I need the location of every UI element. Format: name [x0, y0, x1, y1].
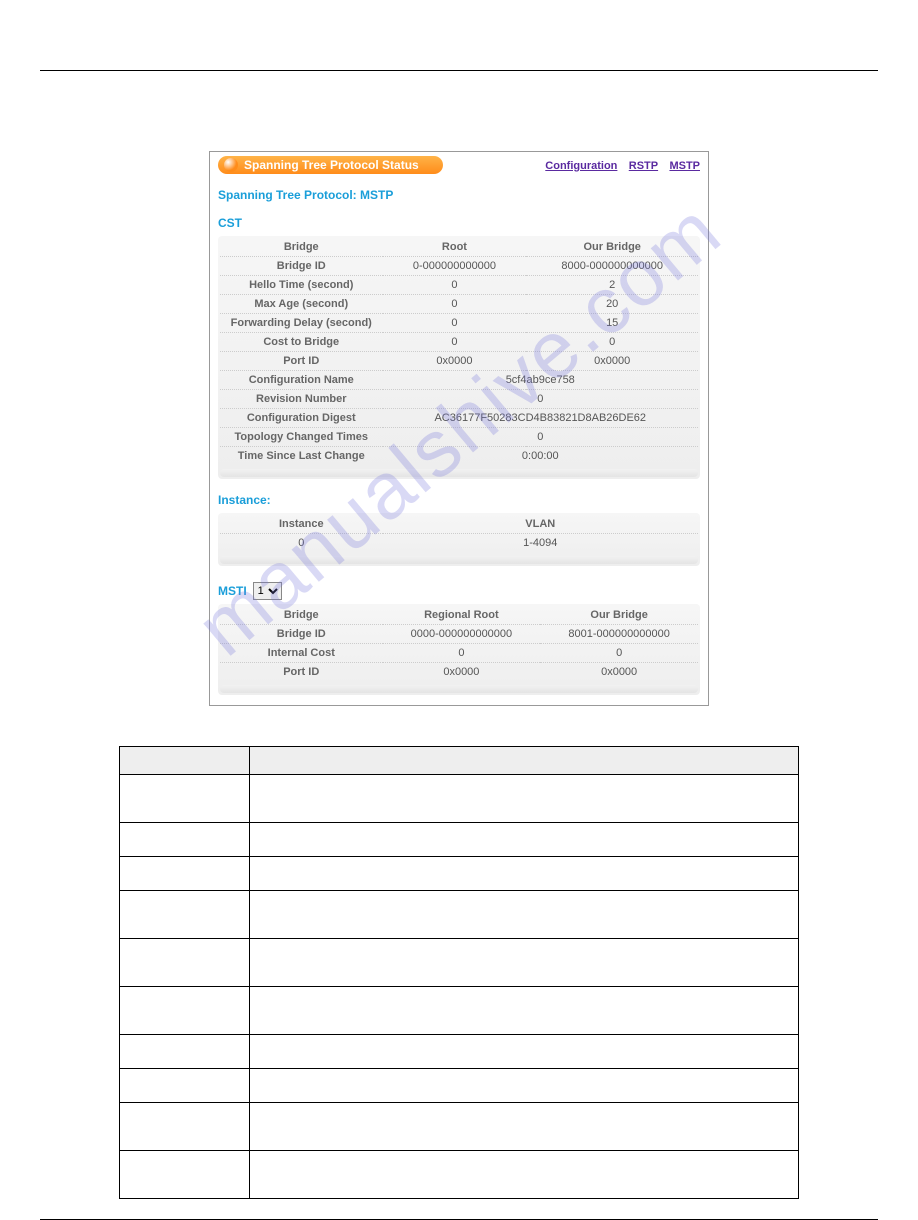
cst-revnum-lbl: Revision Number: [220, 390, 383, 409]
link-configuration[interactable]: Configuration: [545, 160, 617, 172]
link-rstp[interactable]: RSTP: [629, 160, 658, 172]
doc-r8c2: [250, 1069, 799, 1103]
cst-heading: CST: [218, 216, 700, 230]
inst-footer-bar: [220, 556, 698, 564]
doc-th-1: [120, 747, 250, 775]
inst-col-instance: Instance: [220, 515, 383, 534]
doc-r7c1: [120, 1035, 250, 1069]
cst-cfgname-lbl: Configuration Name: [220, 371, 383, 390]
msti-bridgeid-regroot: 0000-000000000000: [383, 625, 541, 644]
doc-r2c2: [250, 823, 799, 857]
cst-revnum-val: 0: [383, 390, 698, 409]
cst-hello-our: 2: [526, 276, 698, 295]
cst-portid-our: 0x0000: [526, 352, 698, 371]
msti-portid-lbl: Port ID: [220, 663, 383, 682]
cst-cost-root: 0: [383, 333, 527, 352]
msti-col-our: Our Bridge: [540, 606, 698, 625]
msti-col-bridge: Bridge: [220, 606, 383, 625]
cst-col-bridge: Bridge: [220, 238, 383, 257]
doc-r3c1: [120, 857, 250, 891]
panel-top-links: Configuration RSTP MSTP: [537, 158, 700, 172]
panel-header: Spanning Tree Protocol Status Configurat…: [218, 156, 700, 174]
doc-r1c1: [120, 775, 250, 823]
doc-table: [119, 746, 799, 1199]
cst-portid-root: 0x0000: [383, 352, 527, 371]
msti-select[interactable]: 1: [253, 582, 282, 600]
msti-intcost-our: 0: [540, 644, 698, 663]
cst-maxage-our: 20: [526, 295, 698, 314]
doc-r10c1: [120, 1151, 250, 1199]
msti-label: MSTI: [218, 584, 247, 598]
msti-col-regroot: Regional Root: [383, 606, 541, 625]
doc-r7c2: [250, 1035, 799, 1069]
panel-title-pill: Spanning Tree Protocol Status: [218, 156, 443, 174]
msti-table: Bridge Regional Root Our Bridge Bridge I…: [218, 604, 700, 695]
cst-topo-lbl: Topology Changed Times: [220, 428, 383, 447]
cst-maxage-lbl: Max Age (second): [220, 295, 383, 314]
cst-since-val: 0:00:00: [383, 447, 698, 466]
cst-bridgeid-our: 8000-000000000000: [526, 257, 698, 276]
msti-bridgeid-lbl: Bridge ID: [220, 625, 383, 644]
doc-r6c2: [250, 987, 799, 1035]
doc-r1c2: [250, 775, 799, 823]
doc-r3c2: [250, 857, 799, 891]
doc-r4c2: [250, 891, 799, 939]
protocol-line: Spanning Tree Protocol: MSTP: [218, 188, 700, 202]
cst-hello-lbl: Hello Time (second): [220, 276, 383, 295]
cst-portid-lbl: Port ID: [220, 352, 383, 371]
inst-row-vlan: 1-4094: [383, 534, 698, 553]
cst-fwd-root: 0: [383, 314, 527, 333]
doc-th-2: [250, 747, 799, 775]
doc-r4c1: [120, 891, 250, 939]
cst-cfgname-val: 5cf4ab9ce758: [383, 371, 698, 390]
doc-r10c2: [250, 1151, 799, 1199]
orb-icon: [224, 158, 238, 172]
cst-digest-lbl: Configuration Digest: [220, 409, 383, 428]
cst-fwd-lbl: Forwarding Delay (second): [220, 314, 383, 333]
doc-r9c1: [120, 1103, 250, 1151]
cst-bridgeid-lbl: Bridge ID: [220, 257, 383, 276]
cst-cost-lbl: Cost to Bridge: [220, 333, 383, 352]
link-mstp[interactable]: MSTP: [669, 160, 700, 172]
cst-since-lbl: Time Since Last Change: [220, 447, 383, 466]
cst-col-our: Our Bridge: [526, 238, 698, 257]
cst-fwd-our: 15: [526, 314, 698, 333]
msti-selector-row: MSTI 1: [218, 582, 700, 600]
cst-col-root: Root: [383, 238, 527, 257]
status-panel: manualshive.com Spanning Tree Protocol S…: [209, 151, 709, 706]
doc-r9c2: [250, 1103, 799, 1151]
doc-r6c1: [120, 987, 250, 1035]
cst-hello-root: 0: [383, 276, 527, 295]
inst-col-vlan: VLAN: [383, 515, 698, 534]
msti-footer-bar: [220, 685, 698, 693]
instance-heading: Instance:: [218, 493, 700, 507]
msti-portid-regroot: 0x0000: [383, 663, 541, 682]
doc-r5c2: [250, 939, 799, 987]
cst-cost-our: 0: [526, 333, 698, 352]
panel-title: Spanning Tree Protocol Status: [244, 158, 419, 172]
cst-topo-val: 0: [383, 428, 698, 447]
msti-intcost-lbl: Internal Cost: [220, 644, 383, 663]
cst-bridgeid-root: 0-000000000000: [383, 257, 527, 276]
inst-row-instance: 0: [220, 534, 383, 553]
cst-table: Bridge Root Our Bridge Bridge ID 0-00000…: [218, 236, 700, 479]
top-rule: [40, 70, 878, 71]
cst-footer-bar: [220, 469, 698, 477]
cst-digest-val: AC36177F50283CD4B83821D8AB26DE62: [383, 409, 698, 428]
doc-r5c1: [120, 939, 250, 987]
instance-table: Instance VLAN 0 1-4094: [218, 513, 700, 566]
msti-bridgeid-our: 8001-000000000000: [540, 625, 698, 644]
doc-r8c1: [120, 1069, 250, 1103]
msti-intcost-regroot: 0: [383, 644, 541, 663]
cst-maxage-root: 0: [383, 295, 527, 314]
doc-r2c1: [120, 823, 250, 857]
msti-portid-our: 0x0000: [540, 663, 698, 682]
